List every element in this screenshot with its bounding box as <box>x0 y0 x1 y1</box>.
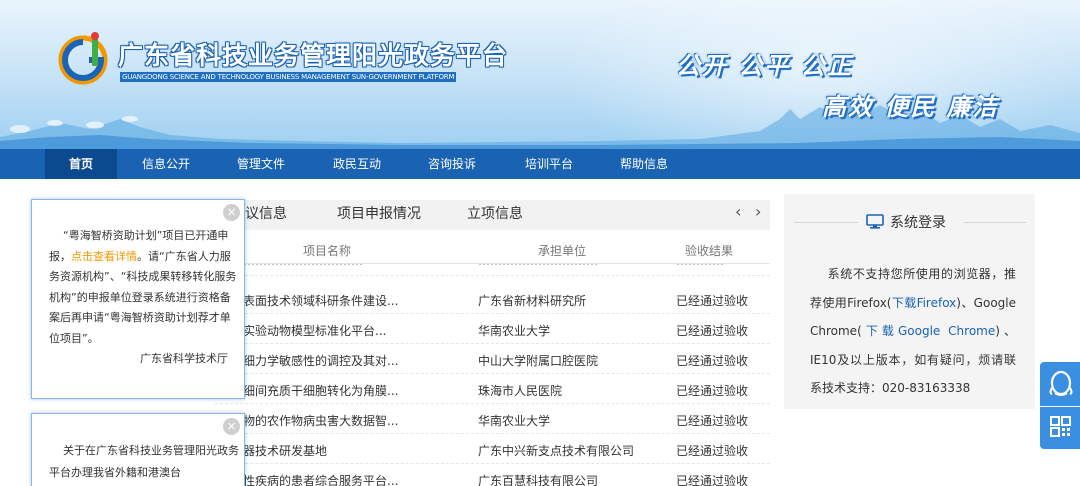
row-project-name: 性疾病的患者综合服务平台... <box>243 474 399 486</box>
row-unit: ………………………… <box>478 264 668 268</box>
download-firefox-link[interactable]: 下载Firefox <box>891 296 956 310</box>
table-row[interactable]: ………………………… ………………………… ………… <box>215 264 770 276</box>
row-project-name: 器技术研发基地 <box>243 444 328 458</box>
notice-detail-link[interactable]: 点击查看详情 <box>71 250 137 263</box>
tabs-prev-arrow-icon[interactable]: ‹ <box>735 202 741 221</box>
login-panel: 系统登录 系统不支持您所使用的浏览器，推荐使用Firefox(下载Firefox… <box>784 194 1035 409</box>
row-result: 已经通过验收 <box>676 294 749 308</box>
row-result: 已经通过验收 <box>676 444 749 458</box>
row-result: 已经通过验收 <box>676 354 749 368</box>
notice-popup-2: × 关于在广东省科技业务管理阳光政务平台办理我省外籍和港澳台 <box>31 413 245 486</box>
notice-popup: × “粤海智桥资助计划”项目已开通申报，点击查看详情。请“广东省人力服务资源机构… <box>31 199 245 399</box>
notice-text-after: 。请“广东省人力服务资源机构”、“科技成果转移转化服务机构”的申报单位登录系统进… <box>49 249 237 345</box>
monitor-icon <box>866 214 884 229</box>
nav-complaint[interactable]: 咨询投诉 <box>416 149 488 179</box>
table-row[interactable]: 物的农作物病虫害大数据智... 华南农业大学 已经通过验收 <box>215 404 770 434</box>
row-unit: 广东百慧科技有限公司 <box>478 474 599 486</box>
login-divider-right <box>964 222 1026 223</box>
row-result: 已经通过验收 <box>676 414 749 428</box>
nav-interaction[interactable]: 政民互动 <box>321 149 393 179</box>
row-result: 已经通过验收 <box>676 324 749 338</box>
nav-training[interactable]: 培训平台 <box>513 149 585 179</box>
page: 广东省科技业务管理阳光政务平台 GUANGDONG SCIENCE AND TE… <box>0 0 1080 486</box>
notice-popup-2-body: 关于在广东省科技业务管理阳光政务平台办理我省外籍和港澳台 <box>49 440 239 484</box>
col-unit: 承担单位 <box>538 244 587 258</box>
table-row[interactable]: 细力学敏感性的调控及其对... 中山大学附属口腔医院 已经通过验收 <box>215 344 770 374</box>
main-nav: 首页 信息公开 管理文件 政民互动 咨询投诉 培训平台 帮助信息 <box>0 149 1080 179</box>
row-unit: 中山大学附属口腔医院 <box>478 354 599 368</box>
row-result: 已经通过验收 <box>676 474 749 486</box>
qrcode-icon <box>1050 416 1071 437</box>
tab-project-approval[interactable]: 立项信息 <box>467 200 523 230</box>
table-row[interactable]: 性疾病的患者综合服务平台... 广东百慧科技有限公司 已经通过验收 <box>215 464 770 486</box>
qq-icon <box>1049 370 1073 396</box>
qrcode-button[interactable] <box>1040 407 1080 449</box>
table-body: ………………………… ………………………… ………… 表面技术领域科研条件建设.… <box>215 264 770 486</box>
row-project-name: 细间充质干细胞转化为角膜... <box>243 384 399 398</box>
header-banner: 广东省科技业务管理阳光政务平台 GUANGDONG SCIENCE AND TE… <box>0 0 1080 149</box>
notice-2-text: 关于在广东省科技业务管理阳光政务平台办理我省外籍和港澳台 <box>49 444 239 479</box>
close-icon[interactable]: × <box>223 204 240 221</box>
notice-signature: 广东省科学技术厅 <box>140 352 228 365</box>
table-row[interactable]: 实验动物模型标准化平台... 华南农业大学 已经通过验收 <box>215 314 770 344</box>
row-unit: 华南农业大学 <box>478 414 551 428</box>
notice-popup-body: “粤海智桥资助计划”项目已开通申报，点击查看详情。请“广东省人力服务资源机构”、… <box>49 226 239 349</box>
download-chrome-link[interactable]: 下载Google Chrome <box>862 324 996 338</box>
nav-info-public[interactable]: 信息公开 <box>130 149 202 179</box>
tab-meeting-info[interactable]: 议信息 <box>245 200 287 230</box>
tabs-next-arrow-icon[interactable]: › <box>755 202 761 221</box>
close-icon[interactable]: × <box>223 418 240 435</box>
row-project-name: ………………………… <box>243 264 433 268</box>
table-header: 项目名称 承担单位 验收结果 <box>215 236 770 264</box>
row-unit: 广东省新材料研究所 <box>478 294 587 308</box>
info-tabs: 议信息 项目申报情况 立项信息 ‹ › <box>215 200 770 230</box>
row-unit: 珠海市人民医院 <box>478 384 563 398</box>
table-row[interactable]: 表面技术领域科研条件建设... 广东省新材料研究所 已经通过验收 <box>215 284 770 314</box>
col-result: 验收结果 <box>685 244 734 258</box>
table-row[interactable]: 器技术研发基地 广东中兴新支点技术有限公司 已经通过验收 <box>215 434 770 464</box>
row-result: ………… <box>676 264 766 268</box>
col-project-name: 项目名称 <box>303 244 352 258</box>
row-project-name: 表面技术领域科研条件建设... <box>243 294 399 308</box>
row-result: 已经通过验收 <box>676 384 749 398</box>
nav-management-docs[interactable]: 管理文件 <box>225 149 297 179</box>
site-subtitle: GUANGDONG SCIENCE AND TECHNOLOGY BUSINES… <box>120 72 457 82</box>
site-title: 广东省科技业务管理阳光政务平台 <box>118 41 509 70</box>
login-divider-left <box>794 222 858 223</box>
row-project-name: 物的农作物病虫害大数据智... <box>243 414 399 428</box>
nav-help[interactable]: 帮助信息 <box>608 149 680 179</box>
table-row[interactable]: 细间充质干细胞转化为角膜... 珠海市人民医院 已经通过验收 <box>215 374 770 404</box>
tab-application-status[interactable]: 项目申报情况 <box>337 200 421 230</box>
row-unit: 华南农业大学 <box>478 324 551 338</box>
row-project-name: 细力学敏感性的调控及其对... <box>243 354 399 368</box>
row-project-name: 实验动物模型标准化平台... <box>243 324 387 338</box>
login-notice: 系统不支持您所使用的浏览器，推荐使用Firefox(下载Firefox)、Goo… <box>810 260 1016 403</box>
row-unit: 广东中兴新支点技术有限公司 <box>478 444 635 458</box>
qq-service-button[interactable] <box>1040 362 1080 406</box>
nav-home[interactable]: 首页 <box>45 149 117 179</box>
login-title: 系统登录 <box>890 215 946 231</box>
slogan-line1: 公开 公平 公正 <box>676 51 853 80</box>
gd-logo-icon <box>58 32 108 85</box>
slogan-line2: 高效 便民 廉洁 <box>822 92 999 121</box>
